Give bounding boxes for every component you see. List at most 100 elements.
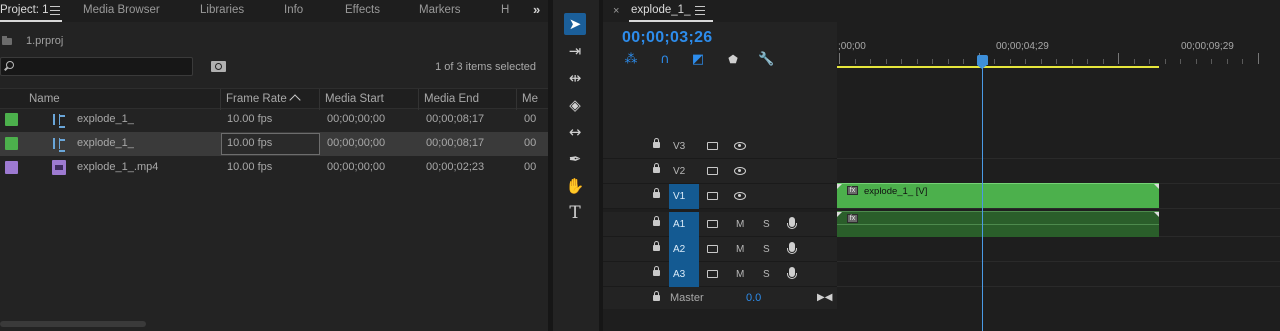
microphone-icon[interactable] (787, 217, 797, 229)
search-input[interactable] (19, 60, 189, 73)
track-select-forward-tool[interactable]: ⇥ (564, 40, 586, 62)
item-name[interactable]: explode_1_ (77, 113, 134, 125)
go-to-end-icon[interactable]: ▶◀ (817, 292, 832, 303)
mute-button[interactable]: M (736, 244, 744, 255)
time-ruler[interactable]: ;00;00 00;00;04;29 00;00;09;29 (837, 22, 1280, 72)
tab-effects[interactable]: Effects (345, 4, 380, 16)
microphone-icon[interactable] (787, 267, 797, 279)
tab-project[interactable]: Project: 1 (0, 4, 49, 16)
track-lane-a2[interactable] (837, 237, 1280, 262)
nest-icon[interactable]: ⁂ (623, 52, 639, 68)
item-frame-rate[interactable]: 10.00 fps (227, 137, 272, 149)
sort-ascending-icon[interactable] (289, 94, 301, 106)
column-media-start[interactable]: Media Start (325, 93, 384, 105)
wrench-icon[interactable]: 🔧 (758, 52, 774, 68)
hand-tool[interactable]: ✋ (564, 175, 586, 197)
double-chevron-right-icon[interactable]: » (533, 2, 540, 17)
tab-libraries[interactable]: Libraries (200, 4, 244, 16)
playhead-handle[interactable] (977, 55, 988, 69)
ruler-tick (1211, 59, 1212, 64)
lock-icon[interactable] (653, 266, 660, 276)
slip-tool[interactable]: ↔ (564, 121, 586, 143)
column-divider[interactable] (220, 89, 221, 110)
razor-icon: ◈ (569, 96, 581, 114)
column-name[interactable]: Name (29, 93, 60, 105)
track-lane-a3[interactable] (837, 262, 1280, 287)
column-media-end[interactable]: Media End (424, 93, 479, 105)
item-media-end: 00;00;02;23 (426, 161, 485, 173)
tab-markers[interactable]: Markers (419, 4, 461, 16)
panel-menu-icon[interactable] (50, 6, 60, 15)
track-lane-v3[interactable] (837, 134, 1280, 159)
sync-lock-icon[interactable] (707, 270, 718, 278)
sync-lock-icon[interactable] (707, 167, 718, 175)
panel-menu-icon[interactable] (695, 6, 705, 15)
tab-sequence[interactable]: explode_1_ (631, 4, 690, 16)
item-frame-rate: 10.00 fps (227, 161, 273, 173)
linked-selection-icon[interactable]: ◩ (690, 52, 706, 68)
ruler-tick (916, 59, 918, 64)
solo-button[interactable]: S (763, 244, 770, 255)
label-color-swatch[interactable] (5, 161, 18, 174)
item-name[interactable]: explode_1_ (77, 137, 134, 149)
label-color-swatch[interactable] (5, 113, 18, 126)
column-divider[interactable] (418, 89, 419, 110)
lock-icon[interactable] (653, 291, 660, 301)
snap-icon[interactable]: ∩ (657, 52, 673, 68)
work-area-bar[interactable] (837, 66, 1159, 68)
add-marker-icon[interactable]: ⬟ (725, 52, 741, 68)
list-item[interactable]: explode_1_ 10.00 fps 00;00;00;00 00;00;0… (0, 132, 548, 156)
lock-icon[interactable] (653, 241, 660, 251)
lock-icon[interactable] (653, 216, 660, 226)
ripple-edit-tool[interactable]: ⇹ (564, 67, 586, 89)
sync-lock-icon[interactable] (707, 220, 718, 228)
search-box[interactable] (0, 57, 193, 76)
column-frame-rate[interactable]: Frame Rate (226, 93, 287, 105)
item-media-duration: 00 (524, 137, 537, 149)
tab-history[interactable]: H (501, 4, 509, 16)
playhead-timecode[interactable]: 00;00;03;26 (622, 29, 712, 47)
track-header-v3: V3 (603, 134, 837, 159)
label-color-swatch[interactable] (5, 137, 18, 150)
solo-button[interactable]: S (763, 269, 770, 280)
track-lane-v2[interactable] (837, 159, 1280, 184)
lock-icon[interactable] (653, 163, 660, 173)
sync-lock-icon[interactable] (707, 245, 718, 253)
type-tool[interactable]: T (564, 202, 586, 224)
tab-media-browser[interactable]: Media Browser (83, 4, 160, 16)
column-divider[interactable] (319, 89, 320, 110)
audio-clip[interactable]: fx (837, 211, 1159, 237)
find-icon[interactable] (211, 61, 226, 72)
column-media-duration[interactable]: Me (522, 93, 538, 105)
master-volume-value[interactable]: 0.0 (746, 292, 761, 304)
solo-button[interactable]: S (763, 219, 770, 230)
sync-lock-icon[interactable] (707, 192, 718, 200)
sync-lock-icon[interactable] (707, 142, 718, 150)
column-divider[interactable] (516, 89, 517, 110)
item-media-duration: 00 (524, 113, 537, 125)
tab-info[interactable]: Info (284, 4, 303, 16)
playhead-line[interactable] (982, 66, 983, 331)
video-clip[interactable]: fx explode_1_ [V] (837, 183, 1159, 208)
eye-icon[interactable] (734, 167, 746, 175)
lock-icon[interactable] (653, 188, 660, 198)
horizontal-scrollbar[interactable] (0, 321, 146, 327)
microphone-icon[interactable] (787, 242, 797, 254)
pen-tool[interactable]: ✒ (564, 148, 586, 170)
close-icon[interactable]: × (613, 5, 619, 17)
razor-tool[interactable]: ◈ (564, 94, 586, 116)
track-name: A1 (673, 219, 686, 230)
folder-icon (2, 36, 12, 45)
ruler-label: 00;00;04;29 (996, 41, 1049, 52)
mute-button[interactable]: M (736, 219, 744, 230)
eye-icon[interactable] (734, 142, 746, 150)
mute-button[interactable]: M (736, 269, 744, 280)
item-name[interactable]: explode_1_.mp4 (77, 161, 158, 173)
list-item[interactable]: explode_1_.mp4 10.00 fps 00;00;00;00 00;… (0, 156, 548, 180)
eye-icon[interactable] (734, 192, 746, 200)
list-item[interactable]: explode_1_ 10.00 fps 00;00;00;00 00;00;0… (0, 108, 548, 132)
selection-tool[interactable]: ➤ (564, 13, 586, 35)
track-header-a3: A3 M S (603, 262, 837, 287)
lock-icon[interactable] (653, 138, 660, 148)
video-file-icon (52, 160, 66, 175)
